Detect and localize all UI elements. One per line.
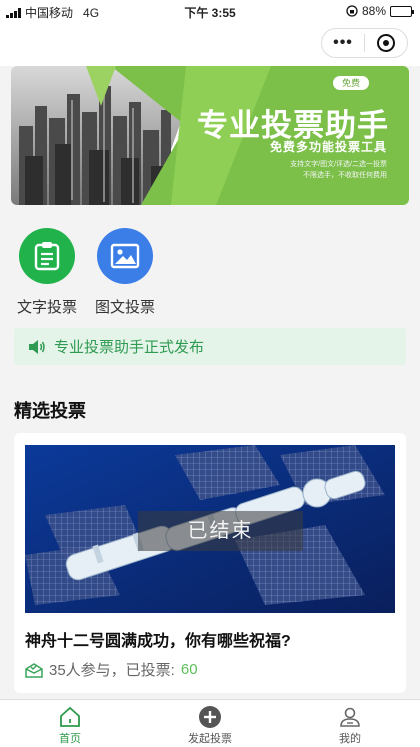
vote-title: 神舟十二号圆满成功，你有哪些祝福? — [25, 633, 291, 650]
vote-card[interactable]: 已结束 神舟十二号圆满成功，你有哪些祝福? 35人参与，已投票: 60 — [14, 433, 406, 693]
user-icon — [340, 707, 360, 727]
more-button[interactable]: ••• — [322, 34, 364, 52]
status-bar-right: 88% — [346, 4, 414, 18]
text-vote-action[interactable]: 文字投票 — [8, 228, 86, 317]
image-vote-action[interactable]: 图文投票 — [86, 228, 164, 317]
tab-mine-label: 我的 — [339, 733, 361, 745]
announcement-text: 专业投票助手正式发布 — [54, 339, 205, 356]
image-vote-icon-circle — [97, 228, 153, 284]
text-vote-icon-circle — [19, 228, 75, 284]
section-title: 精选投票 — [14, 401, 86, 421]
announcement-bar[interactable]: 专业投票助手正式发布 — [14, 328, 406, 365]
tab-create-vote[interactable]: 发起投票 — [165, 704, 255, 746]
banner-desc-line1: 支持文字/图文/评选/二选一投票 — [290, 161, 387, 168]
votes-count: 60 — [180, 661, 198, 678]
miniprogram-capsule: ••• — [321, 28, 408, 58]
tab-home-label: 首页 — [59, 733, 81, 745]
status-bar: 中国移动 4G 下午 3:55 88% — [0, 0, 420, 22]
ended-badge: 已结束 — [138, 511, 303, 551]
close-ring-icon — [377, 34, 395, 52]
plus-circle-icon — [199, 706, 221, 728]
tab-home[interactable]: 首页 — [25, 704, 115, 746]
vote-stats: 35人参与，已投票: 60 — [25, 659, 198, 680]
text-vote-label: 文字投票 — [16, 299, 77, 316]
home-icon — [60, 706, 80, 727]
vote-cover-image: 已结束 — [25, 445, 395, 613]
orientation-lock-icon — [346, 5, 358, 17]
clipboard-icon — [34, 242, 60, 271]
tab-bar: 首页 发起投票 我的 — [0, 699, 420, 747]
image-vote-label: 图文投票 — [94, 299, 155, 316]
close-button[interactable] — [365, 34, 407, 52]
battery-icon — [390, 5, 414, 17]
quick-actions: 文字投票 图文投票 — [0, 228, 420, 320]
tab-mine[interactable]: 我的 — [305, 704, 395, 746]
banner-desc-line2: 不限选手，不收取任何费用 — [303, 172, 387, 179]
tab-create-vote-label: 发起投票 — [188, 733, 232, 745]
banner-subtitle: 免费多功能投票工具 — [269, 140, 387, 154]
free-badge: 免费 — [333, 76, 369, 90]
battery-percent: 88% — [361, 4, 386, 18]
promo-banner[interactable]: 免费 专业投票助手 免费多功能投票工具 支持文字/图文/评选/二选一投票 不限选… — [11, 66, 409, 205]
image-icon — [110, 243, 140, 269]
vote-envelope-icon — [25, 662, 43, 678]
participants-text: 35人参与，已投票: — [49, 662, 175, 679]
speaker-icon — [29, 339, 45, 354]
